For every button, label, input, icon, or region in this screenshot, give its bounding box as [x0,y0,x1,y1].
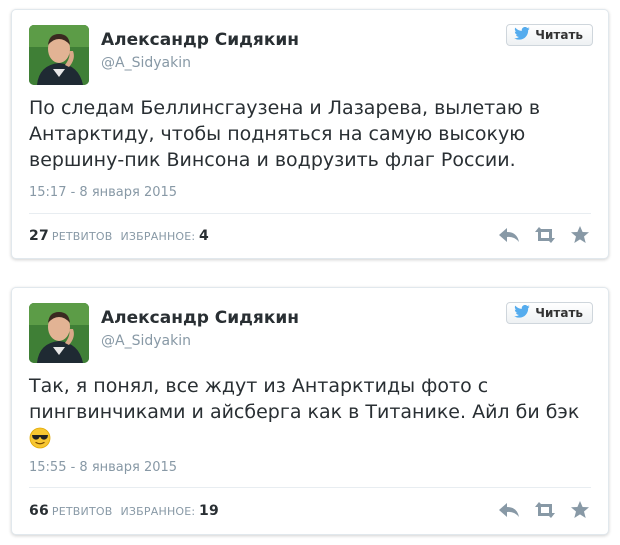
reply-icon[interactable] [498,225,520,245]
retweets-label[interactable]: РЕТВИТОВ [52,230,113,243]
follow-label: Читать [535,306,583,320]
tweet-card: Александр Сидякин @A_Sidyakin Читать По … [11,9,609,259]
divider [29,487,591,488]
retweets-count[interactable]: 27 [29,228,49,244]
avatar[interactable] [29,25,89,85]
favorites-count[interactable]: 19 [199,503,219,519]
timestamp[interactable]: 15:17 - 8 января 2015 [29,185,177,200]
favorites-count[interactable]: 4 [199,228,209,244]
sunglasses-emoji-icon [29,427,51,449]
twitter-bird-icon [514,26,531,43]
author-handle[interactable]: @A_Sidyakin [101,55,191,71]
author-name[interactable]: Александр Сидякин [101,308,299,328]
author-handle[interactable]: @A_Sidyakin [101,333,191,349]
retweet-icon[interactable] [534,500,556,520]
retweets-label[interactable]: РЕТВИТОВ [52,505,113,518]
star-icon[interactable] [570,225,592,245]
timestamp[interactable]: 15:55 - 8 января 2015 [29,460,177,475]
follow-button[interactable]: Читать [506,302,593,324]
retweet-icon[interactable] [534,225,556,245]
reply-icon[interactable] [498,500,520,520]
tweet-actions [498,500,592,520]
follow-label: Читать [535,28,583,42]
tweet-text: Так, я понял, все ждут из Антарктиды фот… [29,373,589,449]
follow-button[interactable]: Читать [506,24,593,46]
divider [29,213,591,214]
retweets-count[interactable]: 66 [29,503,49,519]
tweet-text: По следам Беллинсгаузена и Лазарева, выл… [29,97,541,171]
tweet-actions [498,225,592,245]
star-icon[interactable] [570,500,592,520]
favorites-label[interactable]: ИЗБРАННОЕ: [121,505,196,518]
tweet-card: Александр Сидякин @A_Sidyakin Читать Так… [11,287,609,535]
author-name[interactable]: Александр Сидякин [101,30,299,50]
favorites-label[interactable]: ИЗБРАННОЕ: [121,230,196,243]
avatar[interactable] [29,303,89,363]
tweet-stats: 27 РЕТВИТОВ ИЗБРАННОЕ: 4 [29,228,212,244]
tweet-text-body: Так, я понял, все ждут из Антарктиды фот… [29,375,580,423]
twitter-bird-icon [514,304,531,321]
tweet-stats: 66 РЕТВИТОВ ИЗБРАННОЕ: 19 [29,503,222,519]
